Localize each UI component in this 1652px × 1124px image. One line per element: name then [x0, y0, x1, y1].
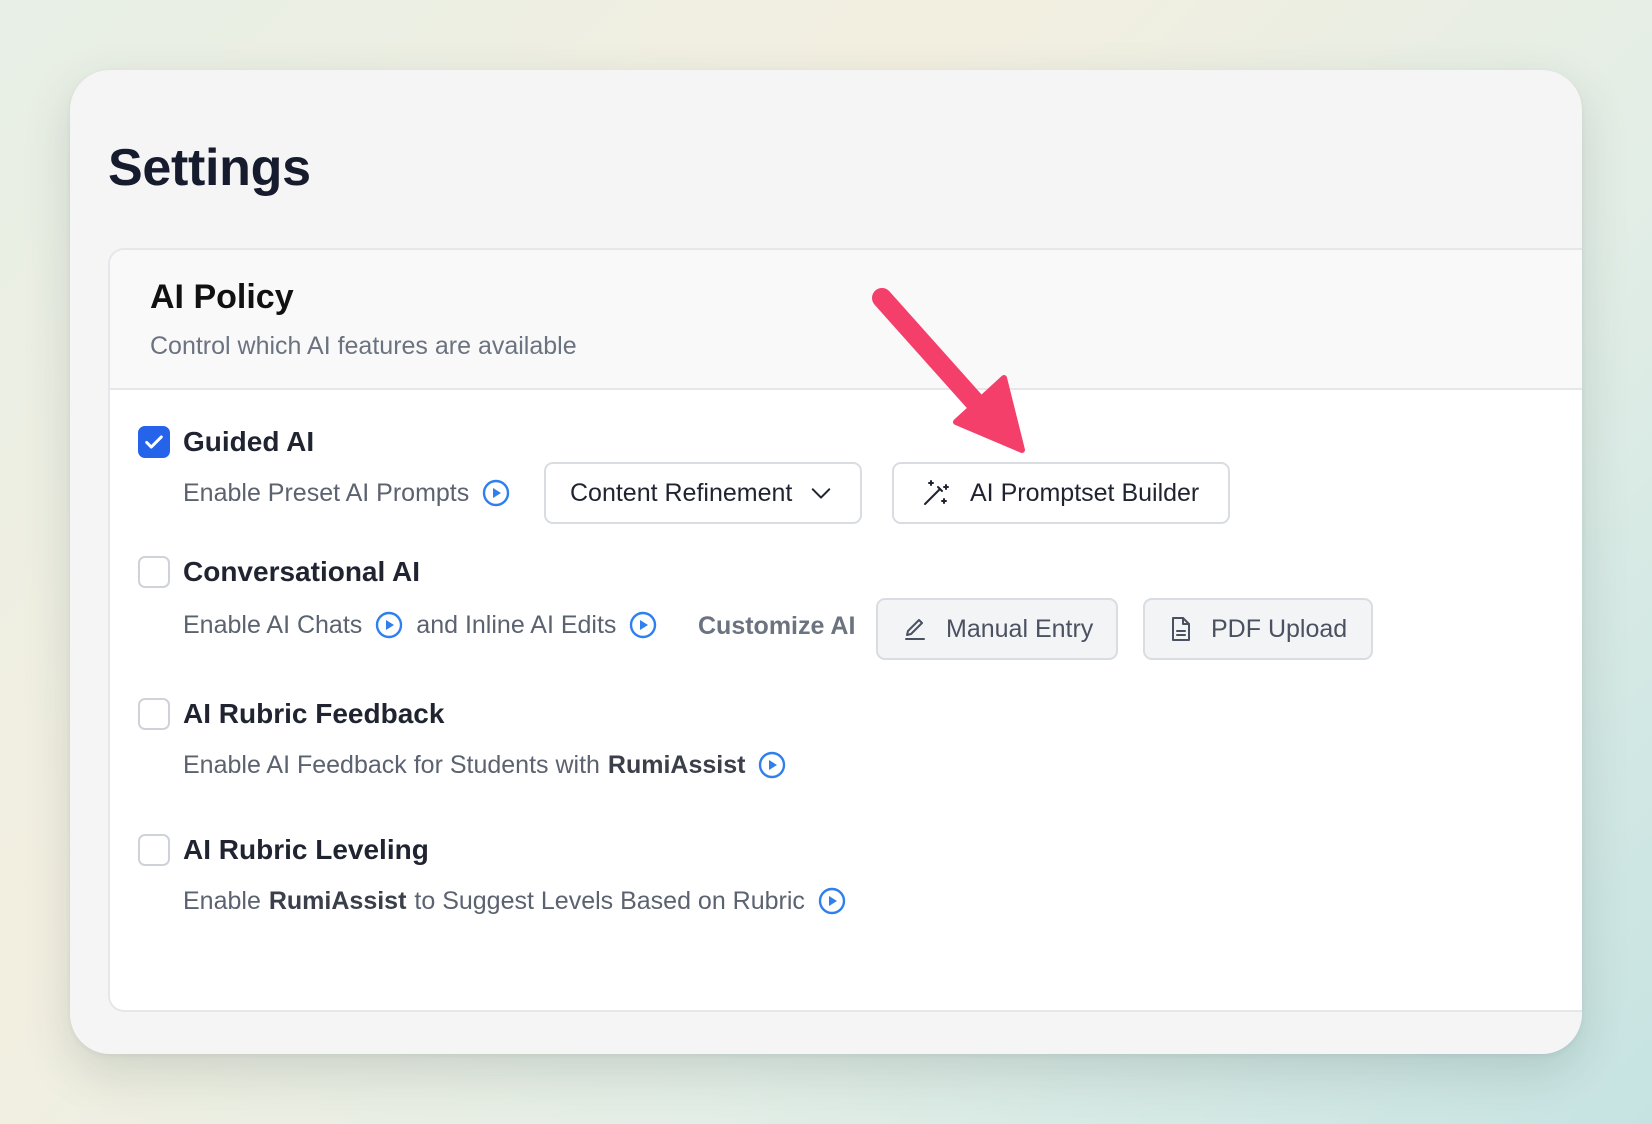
play-circle-icon[interactable]	[628, 610, 658, 640]
conversational-ai-checkbox[interactable]	[138, 556, 170, 588]
checkmark-icon	[145, 435, 163, 449]
rubric-feedback-brand: RumiAssist	[607, 750, 746, 779]
ai-rubric-feedback-checkbox[interactable]	[138, 698, 170, 730]
rubric-leveling-desc-suffix: to Suggest Levels Based on Rubric	[414, 886, 805, 915]
rubric-leveling-desc-prefix: Enable	[183, 886, 261, 915]
ai-rubric-leveling-checkbox[interactable]	[138, 834, 170, 866]
pdf-upload-label: PDF Upload	[1211, 614, 1348, 643]
conversational-ai-desc-part1: Enable AI Chats	[183, 610, 363, 639]
ai-rubric-leveling-description: Enable RumiAssist to Suggest Levels Base…	[183, 884, 847, 918]
play-circle-icon[interactable]	[757, 750, 787, 780]
panel-title: AI Policy	[150, 278, 294, 316]
arrow-icon	[872, 288, 1025, 453]
manual-entry-button[interactable]: Manual Entry	[876, 598, 1118, 660]
file-icon	[1169, 616, 1193, 642]
pencil-icon	[902, 616, 928, 642]
guided-ai-description: Enable Preset AI Prompts	[183, 476, 511, 510]
manual-entry-label: Manual Entry	[946, 614, 1094, 643]
customize-ai-label: Customize AI	[698, 612, 856, 640]
rubric-feedback-desc-prefix: Enable AI Feedback for Students with	[183, 750, 600, 779]
play-circle-icon[interactable]	[374, 610, 404, 640]
builder-label: AI Promptset Builder	[970, 478, 1200, 507]
page-title: Settings	[108, 139, 311, 197]
rubric-leveling-brand: RumiAssist	[268, 886, 407, 915]
guided-ai-checkbox[interactable]	[138, 426, 170, 458]
pdf-upload-button[interactable]: PDF Upload	[1143, 598, 1373, 660]
play-circle-icon[interactable]	[817, 886, 847, 916]
panel-subtitle: Control which AI features are available	[150, 332, 577, 360]
magic-wand-icon	[920, 477, 952, 509]
guided-ai-title: Guided AI	[183, 426, 315, 457]
ai-policy-panel: AI Policy Control which AI features are …	[108, 248, 1582, 1012]
dropdown-value: Content Refinement	[570, 478, 793, 507]
ai-rubric-feedback-description: Enable AI Feedback for Students with Rum…	[183, 748, 787, 782]
conversational-ai-title: Conversational AI	[183, 556, 421, 587]
panel-header: AI Policy Control which AI features are …	[110, 250, 1582, 390]
ai-rubric-feedback-title: AI Rubric Feedback	[183, 698, 445, 729]
chevron-down-icon	[810, 482, 832, 504]
conversational-ai-desc-part2: and Inline AI Edits	[416, 610, 617, 639]
content-refinement-dropdown[interactable]: Content Refinement	[544, 462, 862, 524]
settings-card: Settings AI Policy Control which AI feat…	[70, 70, 1582, 1054]
play-circle-icon[interactable]	[481, 478, 511, 508]
ai-rubric-leveling-title: AI Rubric Leveling	[183, 834, 429, 865]
guided-ai-desc-text: Enable Preset AI Prompts	[183, 478, 470, 507]
conversational-ai-description: Enable AI Chats and Inline AI Edits	[183, 608, 658, 642]
